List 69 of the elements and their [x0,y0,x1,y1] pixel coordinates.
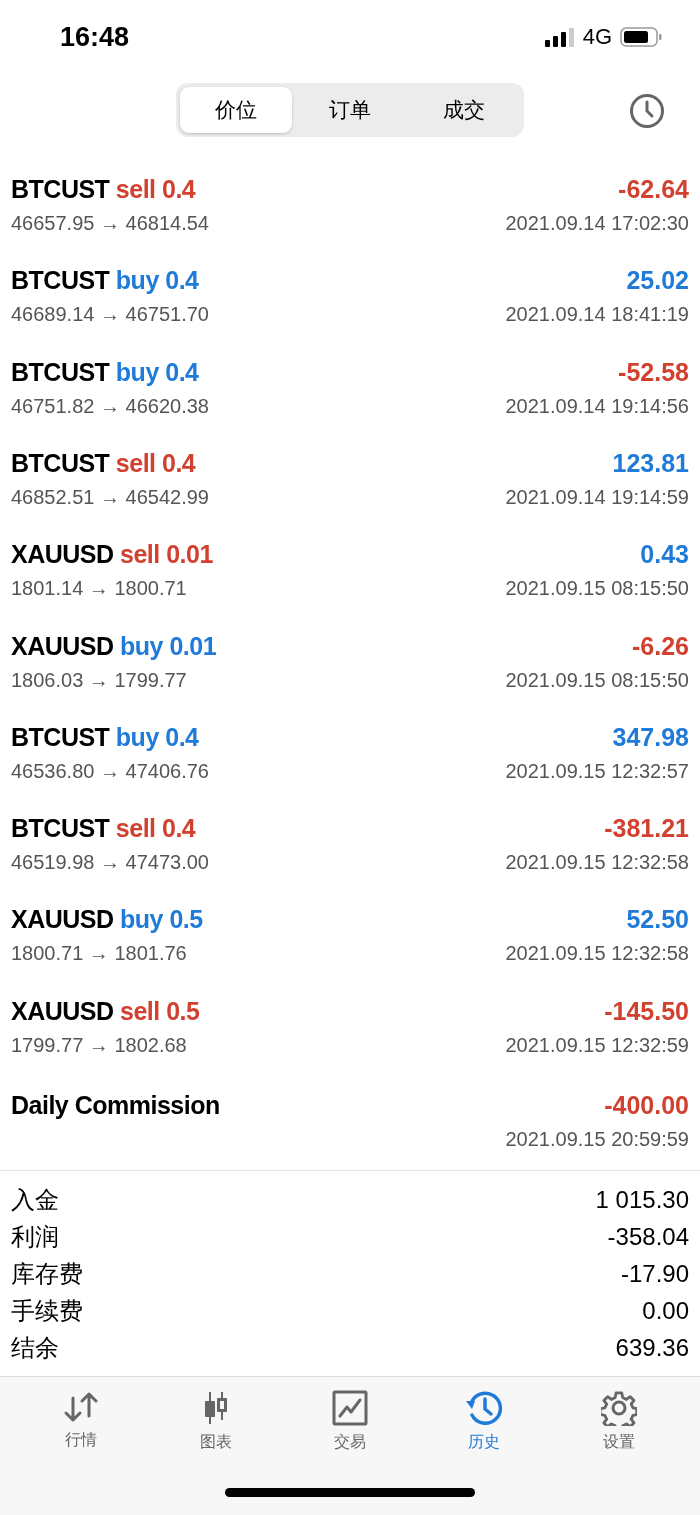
tab-bar-item[interactable]: 交易 [299,1389,400,1455]
summary-value: -17.90 [620,1259,689,1288]
deal-time: 2021.09.15 08:15:50 [505,577,689,601]
summary-value: 1 015.30 [595,1185,689,1214]
segment-tab[interactable]: 成交 [408,87,520,134]
deal-title: BTCUST buy 0.4 [11,266,199,296]
deal-title: XAUUSD sell 0.01 [11,540,213,570]
tab-bar-item[interactable]: 设置 [568,1389,669,1455]
line-chart-icon [331,1390,368,1427]
deal-profit: 25.02 [626,266,689,296]
deal-profit: -6.26 [632,631,689,661]
deal-time: 2021.09.15 20:59:59 [505,1128,689,1152]
deal-profit: -400.00 [604,1091,689,1121]
deal-profit: 347.98 [612,722,689,752]
deal-profit: -52.58 [618,357,689,387]
deal-title: XAUUSD sell 0.5 [11,996,200,1026]
summary-value: -358.04 [607,1222,689,1251]
deal-profit: 52.50 [626,905,689,935]
signal-icon [544,27,575,48]
deal-profit: -381.21 [604,814,689,844]
deal-prices: 46657.95 → 46814.54 [11,212,209,236]
deal-title: BTCUST sell 0.4 [11,814,196,844]
deal-prices: 46852.51 → 46542.99 [11,485,209,509]
summary-value: 639.36 [615,1333,689,1362]
summary-label: 利润 [11,1221,59,1252]
deal-prices: 1800.71 → 1801.76 [11,942,187,966]
deal-profit: 123.81 [612,448,689,478]
deal-time: 2021.09.15 12:32:58 [505,851,689,875]
deal-time: 2021.09.14 17:02:30 [505,212,689,236]
deal-time: 2021.09.14 18:41:19 [505,303,689,327]
battery-icon [620,27,662,48]
deal-prices: 46536.80 → 47406.76 [11,759,209,783]
deal-prices: 46751.82 → 46620.38 [11,394,209,418]
tab-bar-item[interactable]: 行情 [31,1389,132,1455]
deal-time: 2021.09.15 12:32:58 [505,942,689,966]
segment-tab[interactable]: 价位 [180,87,292,134]
deal-prices: 46519.98 → 47473.00 [11,851,209,875]
status-time: 16:48 [60,21,130,53]
settings-icon [600,1390,637,1427]
summary-label: 入金 [11,1184,59,1215]
deal-profit: -145.50 [604,996,689,1026]
tab-bar-item[interactable]: 图表 [165,1389,266,1455]
segment-tab[interactable]: 订单 [294,87,406,134]
deal-title: XAUUSD buy 0.01 [11,631,217,661]
deal-title: BTCUST sell 0.4 [11,448,196,478]
clock-icon[interactable] [629,92,665,129]
summary-label: 手续费 [11,1295,83,1326]
deal-title: XAUUSD buy 0.5 [11,905,203,935]
history-icon [465,1390,504,1427]
deal-title: Daily Commission [11,1091,220,1121]
summary-value: 0.00 [642,1296,689,1325]
network-label: 4G [582,24,612,51]
deal-title: BTCUST buy 0.4 [11,722,199,752]
summary-label: 结余 [11,1332,59,1363]
deal-title: BTCUST sell 0.4 [11,175,196,205]
deal-title: BTCUST buy 0.4 [11,357,199,387]
deal-profit: -62.64 [618,175,689,205]
tab-bar-item[interactable]: 历史 [434,1389,535,1455]
deal-time: 2021.09.15 12:32:59 [505,1033,689,1057]
deal-prices: 1806.03 → 1799.77 [11,668,187,692]
deal-time: 2021.09.14 19:14:56 [505,394,689,418]
deal-prices: 1799.77 → 1802.68 [11,1033,187,1057]
deal-prices: 1801.14 → 1800.71 [11,577,187,601]
deal-time: 2021.09.14 19:14:59 [505,485,689,509]
deal-profit: 0.43 [640,540,689,570]
deal-time: 2021.09.15 12:32:57 [505,759,689,783]
summary-label: 库存费 [11,1258,83,1289]
deal-prices: 46689.14 → 46751.70 [11,303,209,327]
deal-time: 2021.09.15 08:15:50 [505,668,689,692]
